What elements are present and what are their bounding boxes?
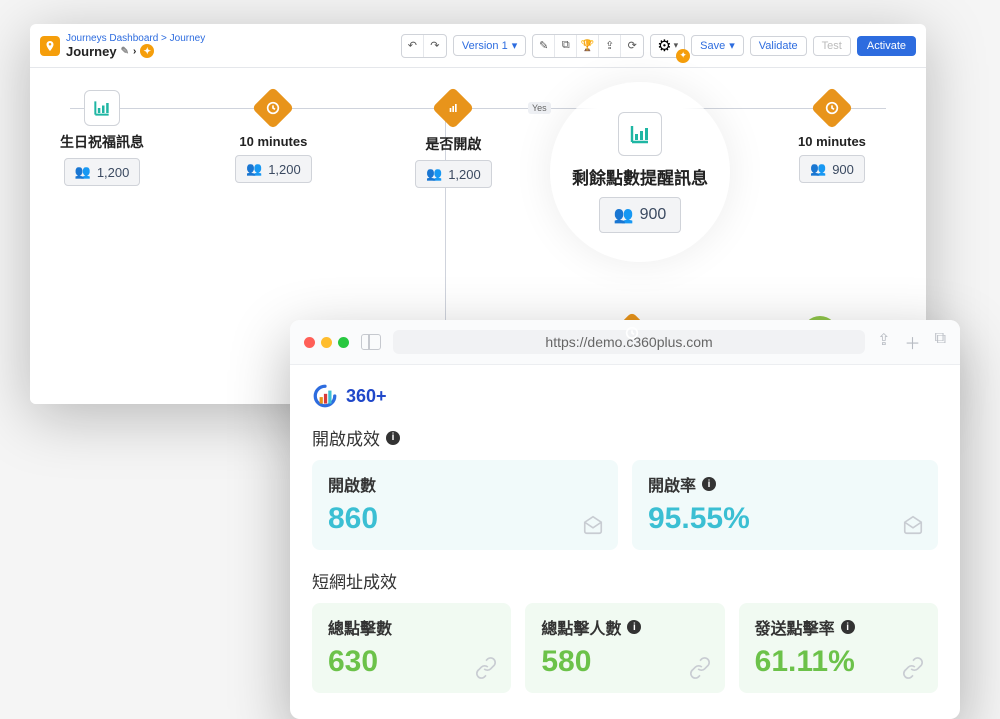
page-title: Journey (66, 44, 117, 59)
validate-button[interactable]: Validate (750, 36, 807, 56)
envelope-open-icon (902, 514, 924, 536)
people-icon: 👥 (426, 166, 442, 182)
edit-icon[interactable]: ✎ (121, 46, 129, 57)
journey-header-right: ↶ ↷ Version 1 ▾ ✎ ⧉ 🏆 ⇪ ⟳ ⚙ ▾ ✦ Save ▾ (401, 34, 916, 58)
activate-button[interactable]: Activate (857, 36, 916, 56)
copy-icon[interactable]: ⧉ (555, 35, 577, 57)
wait-icon (253, 88, 293, 128)
tool-group: ✎ ⧉ 🏆 ⇪ ⟳ (532, 34, 644, 58)
journey-node-wait-2[interactable]: 10 minutes 👥 900 (798, 88, 866, 183)
logo-text: 360+ (346, 386, 387, 407)
export-icon[interactable]: ⇪ (599, 35, 621, 57)
wait-icon (812, 88, 852, 128)
node-label: 生日祝福訊息 (60, 132, 144, 152)
link-icon (902, 657, 924, 679)
people-icon: 👥 (75, 164, 91, 180)
breadcrumb-path[interactable]: Journeys Dashboard > Journey (66, 33, 205, 44)
node-count: 👥 1,200 (415, 160, 492, 188)
sidebar-toggle-icon[interactable] (361, 334, 381, 350)
card-value: 860 (328, 502, 602, 536)
pencil-icon[interactable]: ✎ (533, 35, 555, 57)
chevron-down-icon: ▾ (674, 40, 679, 51)
card-title: 發送點擊率 i (755, 615, 922, 639)
version-label: Version 1 (462, 40, 508, 52)
people-icon: 👥 (614, 205, 634, 225)
gear-icon: ⚙ (657, 36, 671, 56)
card-clicks[interactable]: 總點擊數 630 (312, 603, 511, 693)
link-icon (475, 657, 497, 679)
chevron-down-icon: ▾ (729, 39, 735, 52)
journey-node-highlighted[interactable]: 剩餘點數提醒訊息 👥 900 (550, 82, 730, 262)
node-label: 10 minutes (239, 134, 307, 149)
node-label: 剩餘點數提醒訊息 (572, 164, 708, 189)
redo-icon[interactable]: ↷ (424, 35, 446, 57)
people-icon: 👥 (810, 161, 826, 177)
logo-icon (312, 383, 338, 409)
location-icon (40, 36, 60, 56)
decision-icon (433, 88, 473, 128)
card-title: 開啟數 (328, 472, 602, 496)
node-count: 👥 1,200 (64, 158, 141, 186)
import-icon[interactable]: ⟳ (621, 35, 643, 57)
yes-label: Yes (528, 102, 551, 114)
test-button: Test (813, 36, 851, 56)
share-icon[interactable]: ⇪ (877, 330, 890, 354)
envelope-open-icon (582, 514, 604, 536)
link-icon (689, 657, 711, 679)
undo-icon[interactable]: ↶ (402, 35, 424, 57)
browser-window: https://demo.c360plus.com ⇪ ＋ ⧉ 360+ 開啟成… (290, 320, 960, 719)
maximize-icon[interactable] (338, 337, 349, 348)
breadcrumb: Journeys Dashboard > Journey Journey ✎ ›… (66, 33, 205, 59)
node-count: 👥 1,200 (235, 155, 312, 183)
settings-button[interactable]: ⚙ ▾ ✦ (650, 34, 685, 58)
chart-icon (618, 112, 662, 156)
cards-row-open: 開啟數 860 開啟率 i 95.55% (312, 460, 938, 550)
card-value: 95.55% (648, 502, 922, 536)
node-count: 👥 900 (799, 155, 865, 183)
card-clickers[interactable]: 總點擊人數 i 580 (525, 603, 724, 693)
app-logo: 360+ (312, 383, 938, 409)
browser-actions: ⇪ ＋ ⧉ (877, 330, 946, 354)
journey-header: Journeys Dashboard > Journey Journey ✎ ›… (30, 24, 926, 68)
section-open-performance: 開啟成效 i (312, 425, 938, 450)
section-shorturl-performance: 短網址成效 (312, 568, 938, 593)
card-opens[interactable]: 開啟數 860 (312, 460, 618, 550)
node-count: 👥 900 (599, 197, 682, 233)
card-title: 開啟率 i (648, 472, 922, 496)
info-icon[interactable]: i (702, 477, 716, 491)
version-dropdown[interactable]: Version 1 ▾ (453, 35, 526, 56)
save-button[interactable]: Save ▾ (691, 35, 744, 56)
hint-icon[interactable]: ✦ (140, 44, 154, 58)
window-controls (304, 337, 349, 348)
chevron-right-icon: › (133, 46, 136, 57)
minimize-icon[interactable] (321, 337, 332, 348)
journey-node-decision[interactable]: 是否開啟 👥 1,200 (415, 88, 492, 188)
info-icon[interactable]: i (627, 620, 641, 634)
journey-header-left: Journeys Dashboard > Journey Journey ✎ ›… (40, 33, 205, 59)
info-icon[interactable]: i (841, 620, 855, 634)
info-icon[interactable]: i (386, 431, 400, 445)
card-open-rate[interactable]: 開啟率 i 95.55% (632, 460, 938, 550)
chevron-down-icon: ▾ (512, 39, 518, 52)
card-value: 630 (328, 645, 495, 679)
card-value: 580 (541, 645, 708, 679)
close-icon[interactable] (304, 337, 315, 348)
card-title: 總點擊數 (328, 615, 495, 639)
cards-row-shorturl: 總點擊數 630 總點擊人數 i 580 發送點擊率 (312, 603, 938, 693)
card-value: 61.11% (755, 645, 922, 679)
new-tab-icon[interactable]: ＋ (905, 330, 921, 354)
dashboard-body: 360+ 開啟成效 i 開啟數 860 開啟率 i 95.5 (290, 365, 960, 719)
journey-node-birthday[interactable]: 生日祝福訊息 👥 1,200 (60, 90, 144, 186)
hint-icon: ✦ (676, 49, 690, 63)
people-icon: 👥 (246, 161, 262, 177)
card-ctr[interactable]: 發送點擊率 i 61.11% (739, 603, 938, 693)
tabs-icon[interactable]: ⧉ (935, 330, 946, 354)
card-title: 總點擊人數 i (541, 615, 708, 639)
trophy-icon[interactable]: 🏆 (577, 35, 599, 57)
node-label: 是否開啟 (425, 134, 481, 154)
journey-node-wait-1[interactable]: 10 minutes 👥 1,200 (235, 88, 312, 183)
chart-icon (84, 90, 120, 126)
undo-redo-group: ↶ ↷ (401, 34, 447, 58)
node-label: 10 minutes (798, 134, 866, 149)
